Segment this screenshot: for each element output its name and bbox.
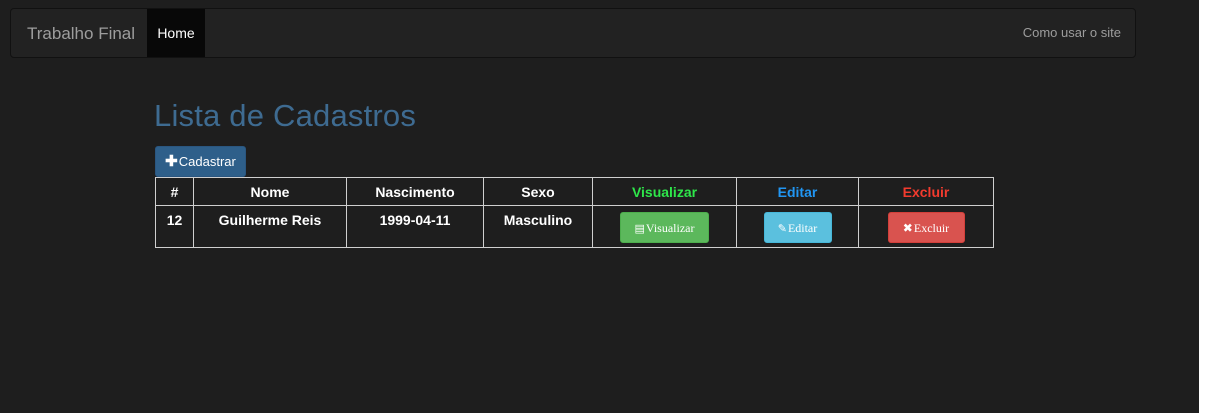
cell-birth: 1999-04-11 <box>346 205 484 248</box>
page-title: Lista de Cadastros <box>154 98 417 133</box>
header-delete: Excluir <box>858 177 994 206</box>
cell-sex: Masculino <box>483 205 593 248</box>
view-button[interactable]: ▤Visualizar <box>620 212 709 243</box>
navbar: Trabalho Final Home Como usar o site <box>10 8 1136 58</box>
edit-button[interactable]: ✎Editar <box>763 212 832 243</box>
records-table: # Nome Nascimento Sexo Visualizar Editar… <box>155 177 994 248</box>
cell-id: 12 <box>155 205 194 248</box>
plus-icon: ✚ <box>165 153 178 170</box>
header-name: Nome <box>193 177 347 206</box>
edit-button-label: Editar <box>787 221 818 235</box>
header-birth: Nascimento <box>346 177 484 206</box>
view-button-label: Visualizar <box>645 221 695 235</box>
header-edit: Editar <box>736 177 859 206</box>
brand-link[interactable]: Trabalho Final <box>27 24 135 44</box>
list-icon: ▤ <box>634 222 645 235</box>
register-button-label: Cadastrar <box>178 154 236 169</box>
app-window: Trabalho Final Home Como usar o site Lis… <box>0 0 1199 413</box>
register-button[interactable]: ✚Cadastrar <box>155 146 246 177</box>
header-id: # <box>155 177 194 206</box>
delete-button[interactable]: ✖Excluir <box>887 212 965 243</box>
pencil-icon: ✎ <box>777 222 787 235</box>
cell-edit: ✎Editar <box>736 205 859 248</box>
nav-home-link[interactable]: Home <box>147 9 205 57</box>
cell-name: Guilherme Reis <box>193 205 347 248</box>
table-row: 12 Guilherme Reis 1999-04-11 Masculino ▤… <box>155 205 994 248</box>
remove-icon: ✖ <box>902 221 913 235</box>
help-link[interactable]: Como usar o site <box>1023 25 1121 40</box>
cell-view: ▤Visualizar <box>592 205 737 248</box>
header-sex: Sexo <box>483 177 593 206</box>
table-header-row: # Nome Nascimento Sexo Visualizar Editar… <box>155 177 994 206</box>
cell-delete: ✖Excluir <box>858 205 994 248</box>
header-view: Visualizar <box>592 177 737 206</box>
delete-button-label: Excluir <box>913 221 950 235</box>
